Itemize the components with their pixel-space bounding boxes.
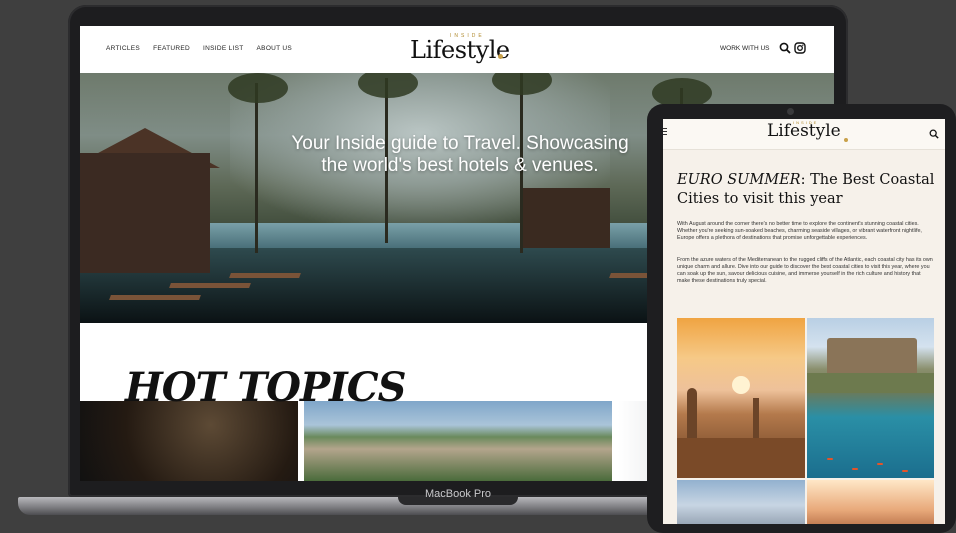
hero-headline-line1: Your Inside guide to Travel. Showcasing xyxy=(291,133,629,154)
hot-topics-heading: HOT TOPICS xyxy=(125,364,406,411)
logo-dot xyxy=(498,54,503,59)
nav-about-us[interactable]: ABOUT US xyxy=(257,45,293,52)
site-logo[interactable]: INSIDE Lifestyle xyxy=(410,32,510,68)
hero-cabana xyxy=(520,188,610,248)
search-icon[interactable] xyxy=(779,42,791,54)
tablet-header: INSIDE Lifestyle xyxy=(663,119,945,150)
article-image-barcelona xyxy=(677,318,805,478)
article-title: EURO SUMMER: The Best Coastal Cities to … xyxy=(677,171,935,209)
search-icon[interactable] xyxy=(929,129,939,139)
kayak xyxy=(852,468,858,470)
tablet-screen: INSIDE Lifestyle EURO SUMMER: The Best C… xyxy=(663,119,945,524)
palm-crown xyxy=(228,73,288,103)
article-paragraph-1: With August around the corner there's no… xyxy=(677,221,922,241)
instagram-icon[interactable] xyxy=(794,42,806,54)
hero-pavilion xyxy=(80,153,210,273)
sun-lounger xyxy=(109,295,201,300)
article-image-palma xyxy=(807,480,934,524)
laptop-brand-label: MacBook Pro xyxy=(424,488,492,500)
article-image-city xyxy=(677,480,805,524)
hero-headline: Your Inside guide to Travel. Showcasing … xyxy=(260,133,660,177)
article-paragraph-2: From the azure waters of the Mediterrane… xyxy=(677,257,933,284)
work-with-us-link[interactable]: WORK WITH US xyxy=(720,45,769,52)
main-nav: ARTICLES FEATURED INSIDE LIST ABOUT US xyxy=(106,45,292,52)
topic-thumbnail-coast[interactable] xyxy=(304,401,612,481)
sun-lounger xyxy=(169,283,251,288)
nav-articles[interactable]: ARTICLES xyxy=(106,45,140,52)
menu-icon[interactable] xyxy=(663,131,667,132)
nav-featured[interactable]: FEATURED xyxy=(153,45,190,52)
kayak xyxy=(877,463,883,465)
city-rooftops xyxy=(677,438,805,478)
fortress-walls xyxy=(827,338,917,378)
logo-lifestyle-text: Lifestyle xyxy=(410,36,510,64)
hero-headline-line2: the world's best hotels & venues. xyxy=(321,155,599,176)
sunset-sun xyxy=(732,376,750,394)
cliff xyxy=(807,373,934,393)
tablet-logo[interactable]: Lifestyle xyxy=(767,121,841,141)
topic-thumbnail-restaurant[interactable] xyxy=(80,401,298,481)
kayak xyxy=(827,458,833,460)
article-image-dubrovnik xyxy=(807,318,934,478)
sun-lounger xyxy=(229,273,301,278)
tablet-camera xyxy=(787,108,794,115)
kayak xyxy=(902,470,908,472)
palm-trunk xyxy=(255,83,258,253)
site-header: ARTICLES FEATURED INSIDE LIST ABOUT US I… xyxy=(80,26,834,73)
nav-inside-list[interactable]: INSIDE LIST xyxy=(203,45,244,52)
tablet-logo-dot xyxy=(844,138,848,142)
article-title-emphasis: EURO SUMMER xyxy=(677,172,801,188)
